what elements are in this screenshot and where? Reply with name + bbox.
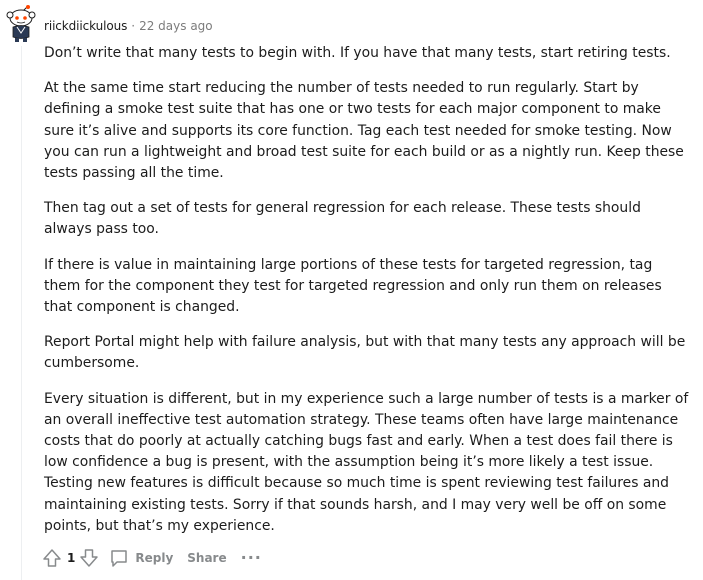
comment-meta: riickdiickulous · 22 days ago [44, 17, 213, 35]
comment-actions: 1 Reply Share ··· [42, 546, 262, 570]
comment-paragraph: Report Portal might help with failure an… [44, 334, 686, 372]
comment-paragraph: Then tag out a set of tests for general … [44, 200, 641, 238]
downvote-button[interactable] [79, 548, 99, 568]
comment-paragraph: Don’t write that many tests to begin wit… [44, 45, 671, 61]
share-button[interactable]: Share [187, 551, 226, 565]
meta-separator: · [131, 19, 136, 33]
comment-paragraph: At the same time start reducing the numb… [44, 80, 684, 182]
vote-count: 1 [67, 551, 76, 565]
upvote-arrow-icon [43, 549, 61, 567]
comment-paragraph: If there is value in maintaining large p… [44, 256, 662, 316]
avatar[interactable] [5, 5, 37, 43]
comment-paragraph: Every situation is different, but in my … [44, 390, 689, 534]
snoo-avatar-icon [6, 5, 36, 42]
comment-timestamp[interactable]: 22 days ago [139, 19, 213, 33]
upvote-button[interactable] [42, 548, 62, 568]
author-name[interactable]: riickdiickulous [44, 19, 127, 33]
more-options-button[interactable]: ··· [241, 550, 262, 566]
comment-body: Don’t write that many tests to begin wit… [44, 43, 692, 551]
reply-label: Reply [135, 551, 174, 565]
downvote-arrow-icon [80, 549, 99, 567]
thread-line[interactable] [21, 46, 22, 580]
comment: riickdiickulous · 22 days ago Don’t write … [0, 0, 703, 580]
reply-button[interactable]: Reply [109, 548, 173, 568]
comment-bubble-icon [111, 550, 128, 567]
